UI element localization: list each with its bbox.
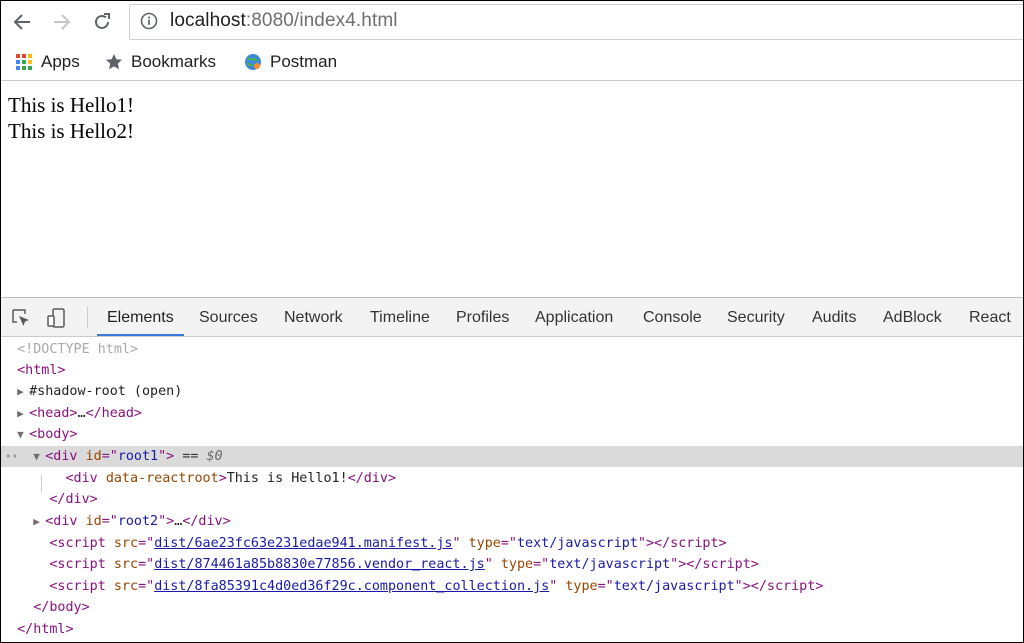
dom-node-body-close[interactable]: </body> bbox=[1, 597, 1023, 618]
bookmark-label: Bookmarks bbox=[131, 52, 217, 71]
dom-node-root2[interactable]: ▶ <div id="root2">…</div> bbox=[1, 511, 1023, 532]
more-actions-icon[interactable]: •• bbox=[5, 446, 18, 467]
reload-button[interactable] bbox=[89, 9, 115, 35]
attr-name-reactroot: data-reactroot bbox=[105, 471, 219, 486]
postman-globe-icon bbox=[244, 53, 262, 71]
hello2-text: This is Hello2! bbox=[8, 119, 134, 143]
dom-node-script[interactable]: <script src="dist/874461a85b8830e77856.v… bbox=[1, 554, 1023, 575]
arrow-left-icon bbox=[13, 14, 30, 30]
tree-indent-guide bbox=[41, 475, 42, 493]
script-type-value: text/javascript bbox=[549, 557, 671, 572]
dom-node-root1[interactable]: •• ▼ <div id="root1"> == $0 bbox=[1, 446, 1023, 467]
info-icon[interactable] bbox=[140, 12, 158, 30]
dom-node-root1-close[interactable]: </div> bbox=[1, 489, 1023, 510]
shadow-root-text: #shadow-root (open) bbox=[29, 384, 183, 399]
hello1-text: This is Hello1! bbox=[8, 93, 134, 117]
page-viewport: This is Hello1! This is Hello2! bbox=[1, 81, 1023, 296]
expand-triangle-icon[interactable]: ▶ bbox=[17, 403, 29, 424]
tab-security[interactable]: Security bbox=[727, 298, 785, 336]
collapse-triangle-icon[interactable]: ▼ bbox=[17, 424, 29, 445]
devtools-toolbar: Elements Sources Network Timeline Profil… bbox=[1, 298, 1023, 337]
browser-window: localhost:8080/index4.html Apps Bookmark… bbox=[0, 0, 1024, 643]
tab-application[interactable]: Application bbox=[535, 298, 613, 336]
tab-network[interactable]: Network bbox=[284, 298, 343, 336]
bookmark-label: Apps bbox=[41, 52, 80, 71]
dom-node-doctype[interactable]: <!DOCTYPE html> bbox=[1, 339, 1023, 360]
reactroot-text: This is Hello1! bbox=[226, 471, 348, 486]
collapse-triangle-icon[interactable]: ▼ bbox=[33, 446, 45, 467]
url-host: localhost bbox=[170, 10, 246, 31]
url-path: :8080/index4.html bbox=[245, 10, 398, 31]
doctype-text: <!DOCTYPE html> bbox=[17, 342, 139, 357]
toolbar-divider bbox=[87, 306, 88, 328]
forward-button[interactable] bbox=[49, 9, 75, 35]
bookmarks-bar: Apps Bookmarks Postman bbox=[1, 43, 1023, 81]
script-src-link[interactable]: dist/6ae23fc63e231edae941.manifest.js bbox=[154, 536, 452, 551]
tab-sources[interactable]: Sources bbox=[199, 298, 258, 336]
script-src-link[interactable]: dist/874461a85b8830e77856.vendor_react.j… bbox=[154, 557, 485, 572]
tab-profiles[interactable]: Profiles bbox=[456, 298, 509, 336]
script-type-value: text/javascript bbox=[516, 536, 638, 551]
inspect-element-icon[interactable] bbox=[10, 307, 32, 329]
address-bar[interactable]: localhost:8080/index4.html bbox=[129, 4, 1023, 40]
attr-value-root1: root1 bbox=[117, 449, 159, 464]
dom-node-shadow-root[interactable]: ▶ #shadow-root (open) bbox=[1, 381, 1023, 402]
arrow-right-icon bbox=[54, 14, 71, 30]
dom-node-head[interactable]: ▶ <head>…</head> bbox=[1, 403, 1023, 424]
dom-node-reactroot[interactable]: <div data-reactroot>This is Hello1!</div… bbox=[1, 468, 1023, 489]
tab-audits[interactable]: Audits bbox=[812, 298, 856, 336]
tab-timeline[interactable]: Timeline bbox=[370, 298, 430, 336]
bookmark-postman[interactable]: Postman bbox=[244, 51, 337, 73]
dom-node-body[interactable]: ▼ <body> bbox=[1, 424, 1023, 445]
dom-node-html[interactable]: <html> bbox=[1, 360, 1023, 381]
collapsed-ellipsis: … bbox=[77, 406, 86, 421]
bookmark-apps[interactable]: Apps bbox=[15, 51, 80, 73]
tab-elements[interactable]: Elements bbox=[97, 298, 184, 336]
dom-node-script[interactable]: <script src="dist/8fa85391c4d0ed36f29c.c… bbox=[1, 576, 1023, 597]
script-src-link[interactable]: dist/8fa85391c4d0ed36f29c.component_coll… bbox=[154, 579, 549, 594]
url-text: localhost:8080/index4.html bbox=[170, 10, 398, 32]
tab-react[interactable]: React bbox=[969, 298, 1011, 336]
dom-node-html-close[interactable]: </html> bbox=[1, 619, 1023, 640]
devtools-panel: Elements Sources Network Timeline Profil… bbox=[1, 297, 1023, 642]
expand-triangle-icon[interactable]: ▶ bbox=[17, 381, 29, 402]
tab-console[interactable]: Console bbox=[643, 298, 702, 336]
device-toolbar-icon[interactable] bbox=[46, 307, 68, 329]
back-button[interactable] bbox=[9, 9, 35, 35]
bookmark-label: Postman bbox=[270, 52, 338, 71]
star-icon bbox=[105, 53, 123, 71]
tab-adblock[interactable]: AdBlock bbox=[883, 298, 942, 336]
script-type-value: text/javascript bbox=[613, 579, 735, 594]
apps-grid-icon bbox=[15, 53, 33, 71]
bookmark-bookmarks[interactable]: Bookmarks bbox=[105, 51, 216, 73]
dom-node-script[interactable]: <script src="dist/6ae23fc63e231edae941.m… bbox=[1, 533, 1023, 554]
reload-icon bbox=[95, 13, 110, 29]
attr-value-root2: root2 bbox=[117, 514, 159, 529]
expand-triangle-icon[interactable]: ▶ bbox=[33, 511, 45, 532]
elements-tree: <!DOCTYPE html> <html> ▶ #shadow-root (op… bbox=[1, 337, 1023, 642]
browser-toolbar: localhost:8080/index4.html bbox=[1, 1, 1023, 43]
